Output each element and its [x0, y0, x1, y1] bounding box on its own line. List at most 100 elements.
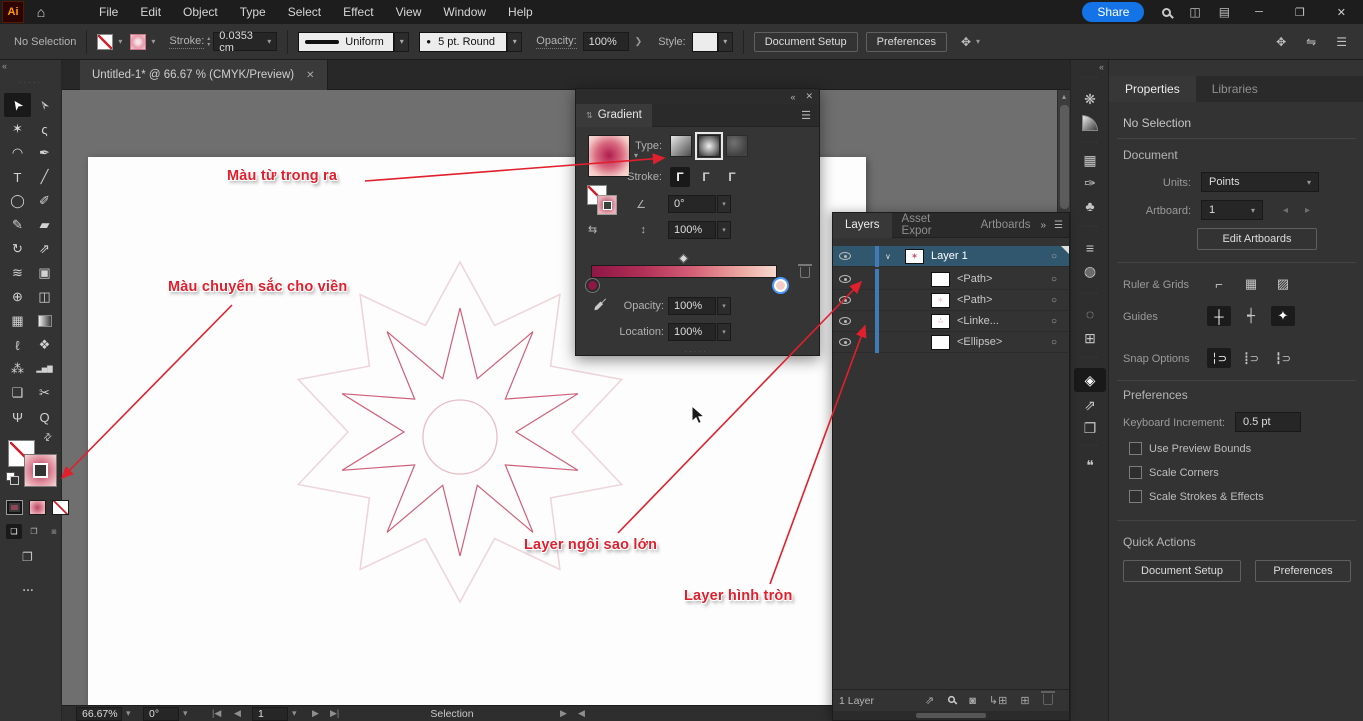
selection-tool[interactable]: ➤: [4, 93, 31, 117]
layer-thumbnail[interactable]: ✶: [905, 249, 924, 264]
stroke-weight-field[interactable]: 0.0353 cm▾: [213, 32, 277, 51]
quick-preferences-button[interactable]: Preferences: [1255, 560, 1351, 582]
target-circle-icon[interactable]: ○: [1051, 295, 1057, 306]
draw-behind-mode[interactable]: ❐: [26, 524, 42, 539]
aspect-chevron-icon[interactable]: ▾: [717, 221, 731, 239]
isolate-chevron-icon[interactable]: ▾: [976, 37, 980, 46]
menu-select[interactable]: Select: [277, 0, 332, 24]
fill-swatch[interactable]: [97, 34, 113, 50]
fill-chevron-icon[interactable]: ▾: [118, 37, 122, 46]
swatches-panel-icon[interactable]: ▦: [1074, 148, 1106, 172]
lasso-tool[interactable]: ς: [31, 117, 58, 141]
brush-chevron-icon[interactable]: ▾: [507, 32, 522, 52]
scale-strokes-effects-label[interactable]: Scale Strokes & Effects: [1149, 491, 1264, 503]
show-guides-icon[interactable]: ┼: [1207, 306, 1231, 326]
location-chevron-icon[interactable]: ▾: [717, 323, 731, 341]
hand-tool[interactable]: Ψ: [4, 405, 31, 429]
use-preview-bounds-checkbox[interactable]: [1129, 442, 1142, 455]
gradient-stop-start[interactable]: [586, 279, 599, 292]
layer-row-ellipse[interactable]: <Ellipse> ○: [833, 332, 1069, 353]
stroke-along-button[interactable]: Γ: [696, 167, 716, 187]
layer-thumbnail[interactable]: [931, 335, 950, 350]
fit-window-icon[interactable]: ✥: [1276, 35, 1286, 49]
angle-chevron-icon[interactable]: ▾: [717, 195, 731, 213]
layer-thumbnail[interactable]: ∴: [931, 314, 950, 329]
preferences-button[interactable]: Preferences: [866, 32, 947, 52]
arrange-documents-icon[interactable]: ▤: [1219, 5, 1230, 19]
units-dropdown[interactable]: Points ▾: [1201, 172, 1319, 192]
layers-panel-icon[interactable]: ◈: [1074, 368, 1106, 392]
new-layer-icon[interactable]: ⊞: [1020, 694, 1029, 707]
document-tab[interactable]: Untitled-1* @ 66.67 % (CMYK/Preview) ✕: [80, 60, 328, 90]
tab-asset-export[interactable]: Asset Expor: [892, 213, 971, 237]
scrollbar-thumb[interactable]: [1060, 105, 1069, 209]
next-artboard-icon[interactable]: ▶: [312, 708, 319, 719]
menu-window[interactable]: Window: [432, 0, 497, 24]
target-circle-icon[interactable]: ○: [1051, 274, 1057, 285]
list-view-icon[interactable]: ☰: [1336, 35, 1347, 49]
share-button[interactable]: Share: [1082, 2, 1144, 22]
layers-expand-icon[interactable]: »: [1040, 220, 1046, 231]
screen-mode-icon[interactable]: ❐: [22, 550, 33, 564]
layers-panel-menu-icon[interactable]: ☰: [1054, 220, 1063, 231]
pen-tool[interactable]: ✒: [31, 141, 58, 165]
last-artboard-icon[interactable]: ▶|: [330, 708, 339, 719]
tab-artboards[interactable]: Artboards: [971, 219, 1041, 231]
stroke-across-button[interactable]: Γ: [722, 167, 742, 187]
menu-view[interactable]: View: [385, 0, 433, 24]
gradient-stop-end-selected[interactable]: [774, 279, 787, 292]
gradient-button[interactable]: [29, 500, 46, 515]
snap-to-point-icon[interactable]: ╎⊃: [1207, 348, 1231, 368]
ruler-icon[interactable]: ⌐: [1207, 274, 1231, 294]
tab-libraries[interactable]: Libraries: [1196, 76, 1274, 102]
direct-selection-tool[interactable]: ➢: [31, 93, 58, 117]
zoom-tool[interactable]: Q: [31, 405, 58, 429]
delete-stop-icon[interactable]: [800, 267, 810, 281]
radial-gradient-type-button[interactable]: [698, 135, 720, 157]
visibility-eye-icon[interactable]: [833, 338, 857, 346]
location-field[interactable]: 100%: [668, 323, 716, 341]
menu-type[interactable]: Type: [229, 0, 277, 24]
tab-layers[interactable]: Layers: [833, 213, 892, 238]
use-preview-bounds-label[interactable]: Use Preview Bounds: [1149, 443, 1251, 455]
artboards-panel-icon[interactable]: ❐: [1074, 416, 1106, 440]
stroke-within-button[interactable]: Γ: [670, 167, 690, 187]
visibility-eye-icon[interactable]: [833, 252, 857, 260]
opacity-label[interactable]: Opacity:: [536, 35, 576, 49]
layer-name[interactable]: Layer 1: [931, 250, 968, 262]
gradient-opacity-chevron-icon[interactable]: ▾: [717, 297, 731, 315]
artboard-dropdown[interactable]: 1 ▾: [1201, 200, 1263, 220]
layer-thumbnail[interactable]: [931, 272, 950, 287]
new-sublayer-icon[interactable]: ↳⊞: [989, 694, 1007, 707]
line-segment-tool[interactable]: ╱: [31, 165, 58, 189]
menu-file[interactable]: File: [88, 0, 129, 24]
close-button[interactable]: ✕: [1330, 6, 1353, 19]
minimize-button[interactable]: ─: [1248, 6, 1270, 18]
gradient-resize-handle[interactable]: ·····: [671, 347, 721, 356]
gradient-panel-tab[interactable]: ⇅ Gradient: [576, 104, 652, 127]
menu-effect[interactable]: Effect: [332, 0, 384, 24]
free-transform-tool[interactable]: ▣: [31, 261, 58, 285]
workspace-icon[interactable]: ◫: [1189, 5, 1200, 19]
dock-options-icon[interactable]: ⇋: [1306, 35, 1316, 49]
layers-hscrollbar[interactable]: [833, 711, 1069, 720]
shaper-tool[interactable]: ✎: [4, 213, 31, 237]
hscroll-left-icon[interactable]: ◀: [578, 708, 585, 719]
profile-chevron-icon[interactable]: ▾: [394, 32, 409, 52]
width-tool[interactable]: ≋: [4, 261, 31, 285]
target-circle-icon[interactable]: ○: [1051, 316, 1057, 327]
opacity-launcher-icon[interactable]: ❯: [635, 36, 643, 47]
gradient-stroke-proxy[interactable]: [597, 195, 617, 215]
freeform-gradient-type-button[interactable]: [726, 135, 748, 157]
artboard-nav-field[interactable]: 1: [252, 707, 288, 721]
visibility-eye-icon[interactable]: [833, 317, 857, 325]
rotate-tool[interactable]: ↻: [4, 237, 31, 261]
gradient-tool[interactable]: [31, 309, 58, 333]
rotation-field[interactable]: 0°: [143, 707, 179, 721]
swap-fill-stroke-icon[interactable]: ⇄: [41, 431, 55, 445]
quick-document-setup-button[interactable]: Document Setup: [1123, 560, 1241, 582]
keyboard-increment-field[interactable]: 0.5 pt: [1235, 412, 1301, 432]
color-panel-icon[interactable]: ❋: [1074, 87, 1106, 111]
scale-strokes-effects-checkbox[interactable]: [1129, 490, 1142, 503]
scale-corners-checkbox[interactable]: [1129, 466, 1142, 479]
